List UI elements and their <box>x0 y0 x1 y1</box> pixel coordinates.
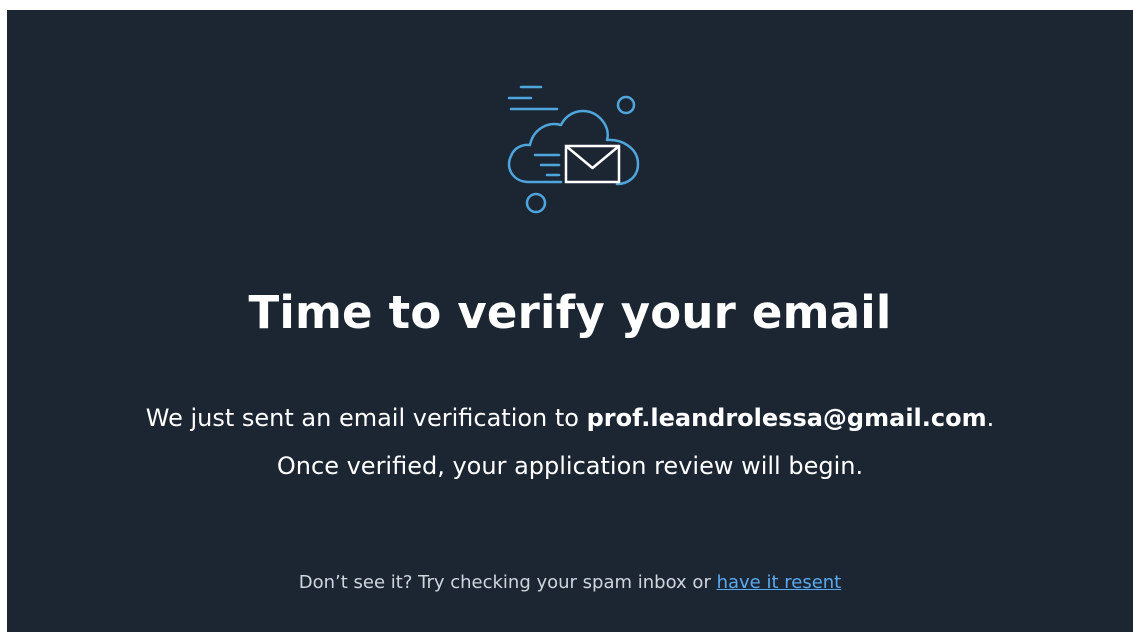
resend-link[interactable]: have it resent <box>717 572 842 593</box>
message-suffix: . <box>986 404 995 432</box>
verify-email-card: Time to verify your email We just sent a… <box>7 10 1133 632</box>
message-line-2: Once verified, your application review w… <box>276 452 864 480</box>
page-title: Time to verify your email <box>248 286 892 339</box>
cloud-email-icon <box>495 80 655 220</box>
resend-hint: Don’t see it? Try checking your spam inb… <box>7 568 1133 598</box>
email-address: prof.leandrolessa@gmail.com <box>586 404 987 432</box>
resend-hint-text: Don’t see it? Try checking your spam inb… <box>298 572 717 593</box>
message-line-1: We just sent an email verification to pr… <box>7 394 1133 442</box>
message-prefix: We just sent an email verification to <box>145 404 587 432</box>
verification-message: We just sent an email verification to pr… <box>7 394 1133 490</box>
